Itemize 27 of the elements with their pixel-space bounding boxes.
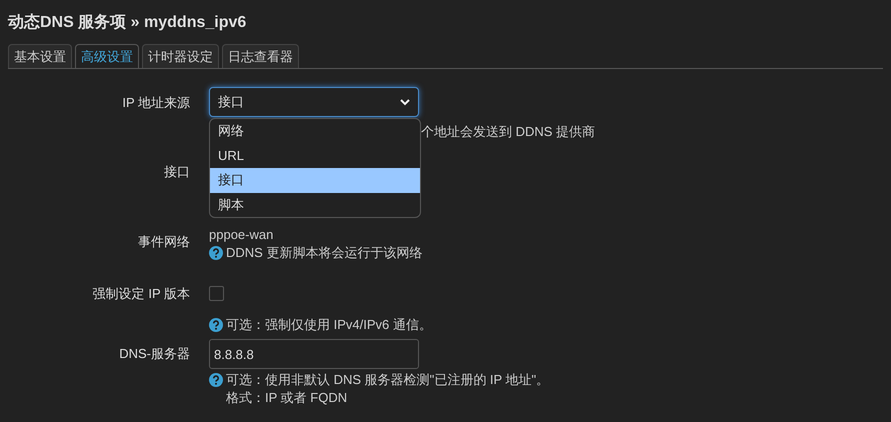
chevron-icon [400, 98, 410, 106]
field-label: DNS-服务器 [119, 346, 190, 361]
field-label: 强制设定 IP 版本 [92, 286, 190, 301]
tab[interactable]: 日志查看器 [222, 44, 299, 68]
tab[interactable]: 计时器设定 [142, 44, 219, 68]
select-field[interactable]: 接口 [209, 87, 419, 117]
field-label: IP 地址来源 [122, 95, 190, 110]
help-text: 可选：强制仅使用 IPv4/IPv6 通信。 [226, 316, 432, 334]
field-label: 事件网络 [138, 234, 190, 249]
checkbox[interactable] [209, 286, 224, 301]
help-text: DDNS 更新脚本将会运行于该网络 [226, 244, 422, 262]
tab[interactable]: 高级设置 [75, 44, 139, 68]
help-text: 格式：IP 或者 FQDN [226, 389, 348, 407]
tab[interactable]: 基本设置 [8, 44, 72, 68]
dropdown-option[interactable]: 接口 [210, 168, 420, 192]
dropdown-option[interactable]: 网络 [210, 119, 420, 144]
field-label: 接口 [164, 164, 190, 179]
help-icon [209, 318, 223, 332]
help-icon [209, 373, 223, 387]
dropdown-option[interactable]: URL [210, 144, 420, 168]
field-description: 个地址会发送到 DDNS 提供商 [421, 123, 596, 141]
field-value: pppoe-wan [209, 227, 274, 242]
page-title: 动态DNS 服务项 » myddns_ipv6 [8, 12, 248, 32]
help-icon [209, 246, 223, 260]
dropdown-option[interactable]: 脚本 [210, 192, 420, 217]
input-field[interactable]: 8.8.8.8 [209, 339, 419, 369]
help-text: 可选：使用非默认 DNS 服务器检测"已注册的 IP 地址"。 [226, 371, 550, 389]
